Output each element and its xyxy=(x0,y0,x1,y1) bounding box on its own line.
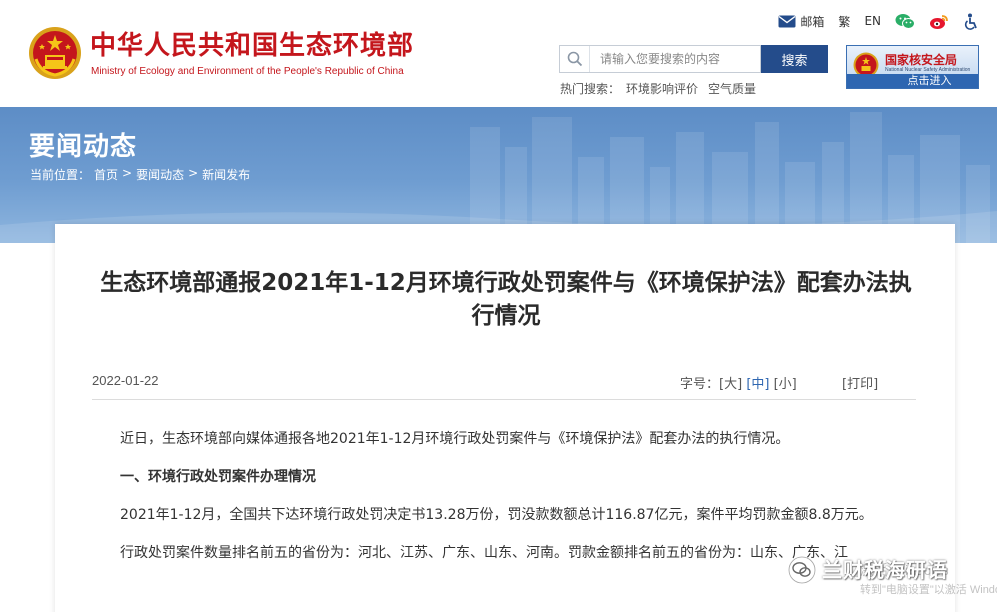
nnsa-enter-link[interactable]: 点击进入 xyxy=(847,74,978,88)
mail-label: 邮箱 xyxy=(800,14,825,29)
print-link[interactable]: [打印] xyxy=(842,373,878,392)
nnsa-subtitle: National Nuclear Safety Administration xyxy=(885,67,971,73)
watermark-text: 兰财税海研语 xyxy=(822,558,948,582)
accessibility-icon xyxy=(964,13,977,30)
hot-keyword-eia[interactable]: 环境影响评价 xyxy=(626,82,698,96)
font-size-large[interactable]: [大] xyxy=(719,377,742,392)
mail-icon xyxy=(778,15,796,27)
national-emblem-icon[interactable] xyxy=(28,26,82,80)
breadcrumb-news[interactable]: 要闻动态 xyxy=(136,166,184,183)
mail-link[interactable]: 邮箱 xyxy=(778,13,824,30)
hot-search-label: 热门搜索： xyxy=(560,82,621,96)
search-input[interactable] xyxy=(590,46,758,72)
font-size-controls: 字号：[大] [中] [小] xyxy=(680,373,797,392)
hot-keyword-air-quality[interactable]: 空气质量 xyxy=(708,82,756,96)
breadcrumb: 当前位置： 首页 > 要闻动态 > 新闻发布 xyxy=(30,166,250,183)
section-title: 要闻动态 xyxy=(29,132,138,162)
section-heading: 一、环境行政处罚案件办理情况 xyxy=(120,469,316,485)
font-size-small[interactable]: [小] xyxy=(774,377,797,392)
breadcrumb-label: 当前位置： xyxy=(30,168,91,182)
weibo-link[interactable] xyxy=(929,13,949,30)
traditional-label: 繁 xyxy=(838,14,851,29)
accessibility-link[interactable] xyxy=(963,13,979,30)
breadcrumb-home[interactable]: 首页 xyxy=(94,166,118,183)
meta-divider xyxy=(92,399,916,400)
paragraph: 2021年1-12月，全国共下达环境行政处罚决定书13.28万份，罚没款数额总计… xyxy=(120,507,873,523)
wechat-watermark-icon xyxy=(788,556,816,584)
site-name-en: Ministry of Ecology and Environment of t… xyxy=(91,66,404,77)
article-title: 生态环境部通报2021年1-12月环境行政处罚案件与《环境保护法》配套办法执行情… xyxy=(100,270,912,329)
font-size-label: 字号： xyxy=(680,377,720,392)
wechat-icon xyxy=(895,13,915,29)
article-meta: 2022-01-22 字号：[大] [中] [小] [打印] xyxy=(92,373,916,395)
search-box xyxy=(559,45,761,73)
paragraph: 近日，生态环境部向媒体通报各地2021年1-12月环境行政处罚案件与《环境保护法… xyxy=(120,431,790,447)
breadcrumb-separator: > xyxy=(122,166,133,180)
breadcrumb-press-release[interactable]: 新闻发布 xyxy=(202,166,250,183)
wechat-link[interactable] xyxy=(895,13,915,30)
site-name-cn[interactable]: 中华人民共和国生态环境部 xyxy=(90,30,414,62)
breadcrumb-separator: > xyxy=(188,166,199,180)
publish-date: 2022-01-22 xyxy=(92,373,159,388)
search-button[interactable]: 搜索 xyxy=(761,45,828,73)
english-link[interactable]: EN xyxy=(864,14,881,28)
nnsa-title: 国家核安全局 xyxy=(885,53,958,67)
site-header: 中华人民共和国生态环境部 Ministry of Ecology and Env… xyxy=(0,0,997,107)
english-label: EN xyxy=(864,14,881,28)
top-links: 邮箱 繁 EN xyxy=(778,12,979,30)
traditional-chinese-link[interactable]: 繁 xyxy=(838,13,850,30)
wechat-watermark: 兰财税海研语 xyxy=(780,548,997,608)
font-size-medium[interactable]: [中] xyxy=(746,377,769,392)
nnsa-entry-banner[interactable]: 国家核安全局 National Nuclear Safety Administr… xyxy=(846,45,979,89)
hot-search: 热门搜索： 环境影响评价 空气质量 xyxy=(560,80,756,97)
search-icon[interactable] xyxy=(560,46,590,72)
weibo-icon xyxy=(930,14,948,29)
